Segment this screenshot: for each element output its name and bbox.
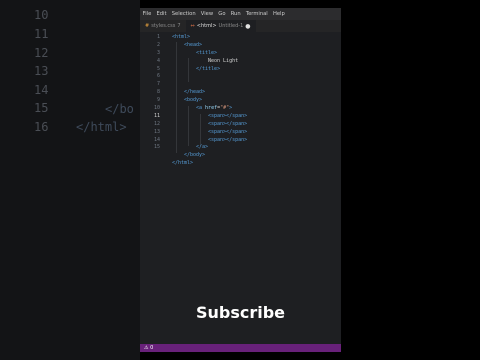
menu-edit[interactable]: Edit: [154, 11, 169, 17]
code-line: <title>: [172, 50, 337, 58]
line-number-current: 11: [153, 112, 160, 119]
anchor-close-tag: </a>: [196, 144, 209, 151]
title-open-tag: <title>: [196, 49, 218, 56]
problems-indicator[interactable]: ⚠ 0: [140, 345, 153, 351]
menu-view[interactable]: View: [198, 11, 216, 17]
tab-label: styles.css: [151, 23, 176, 29]
code-line: <span></span>: [172, 121, 337, 129]
bg-line-number: 15: [34, 101, 49, 115]
tab-styles-css[interactable]: # styles.css 7: [140, 20, 186, 32]
bg-line-number: 12: [34, 46, 49, 60]
code-line: <span></span>: [172, 137, 337, 145]
code-line: Neon Light: [172, 58, 337, 66]
html-close-tag: </html>: [172, 160, 194, 167]
line-number: 10: [153, 105, 160, 112]
background-right-panel: [341, 0, 480, 360]
line-number: 3: [156, 49, 160, 56]
code-line: </a>: [172, 144, 337, 152]
line-number: 13: [153, 128, 160, 135]
tab-untitled-1[interactable]: ⇔ <html> Untitled-1 ●: [185, 20, 256, 32]
bg-code-fragment: </html>: [76, 120, 127, 134]
menu-go[interactable]: Go: [216, 11, 228, 17]
code-line: </html>: [172, 160, 337, 168]
line-number-gutter: 1 2 3 4 5 6 7 8 9 10 11 12 13 14 15: [140, 34, 162, 152]
code-line: <body>: [172, 97, 337, 105]
bg-code-fragment: </bo: [105, 102, 134, 116]
code-line: </body>: [172, 152, 337, 160]
line-number: 4: [156, 57, 160, 64]
anchor-open-start: <a: [196, 105, 203, 112]
code-line: </head>: [172, 89, 337, 97]
bg-line-number: 10: [34, 8, 49, 22]
span-element: <span></span>: [208, 120, 248, 127]
css-file-icon: #: [145, 23, 150, 29]
line-number: 12: [153, 120, 160, 127]
menu-bar: File Edit Selection View Go Run Terminal…: [140, 8, 341, 20]
line-number: 15: [153, 144, 160, 151]
code-line: <head>: [172, 42, 337, 50]
status-bar: ⚠ 0: [140, 344, 341, 352]
span-element: <span></span>: [208, 136, 248, 143]
body-close-tag: </body>: [184, 152, 206, 159]
menu-selection[interactable]: Selection: [169, 11, 198, 17]
line-number: 14: [153, 136, 160, 143]
bg-line-number: 11: [34, 27, 49, 41]
menu-run[interactable]: Run: [228, 11, 243, 17]
tab-marker: 7: [177, 23, 181, 29]
span-element: <span></span>: [208, 128, 248, 135]
code-line: <span></span>: [172, 129, 337, 137]
head-close-tag: </head>: [184, 89, 206, 96]
line-number: 1: [156, 34, 160, 40]
span-element: <span></span>: [208, 112, 248, 119]
href-value: "#": [220, 105, 230, 112]
line-number: 8: [156, 89, 160, 96]
code-line: </title>: [172, 66, 337, 74]
body-open-tag: <body>: [184, 97, 203, 104]
line-number: 5: [156, 65, 160, 72]
code-line: <a href="#">: [172, 105, 337, 113]
unsaved-dot-icon[interactable]: ●: [245, 23, 250, 30]
bg-line-number: 16: [34, 120, 49, 134]
subscribe-overlay-text: Subscribe: [195, 303, 286, 322]
code-editor-window: File Edit Selection View Go Run Terminal…: [140, 8, 341, 352]
bg-line-number: 14: [34, 83, 49, 97]
code-area[interactable]: <html> <head> <title> Neon Light </title…: [172, 34, 337, 168]
menu-help[interactable]: Help: [270, 11, 287, 17]
menu-terminal[interactable]: Terminal: [243, 11, 270, 17]
background-left-panel: 10 11 12 13 14 15 16 </bo </html>: [0, 0, 140, 360]
tab-bar: # styles.css 7 ⇔ <html> Untitled-1 ●: [140, 20, 341, 32]
html-file-icon: ⇔: [190, 23, 195, 29]
tab-sublabel: Untitled-1: [218, 23, 244, 29]
title-close-tag: </title>: [196, 65, 221, 72]
code-line: <html>: [172, 34, 337, 42]
tab-label: <html>: [196, 23, 217, 29]
line-number: 6: [156, 73, 160, 80]
anchor-open-end: >: [229, 105, 233, 112]
code-line: <span></span>: [172, 113, 337, 121]
href-attribute: href: [205, 105, 218, 112]
menu-file[interactable]: File: [140, 11, 154, 17]
head-open-tag: <head>: [184, 41, 203, 48]
line-number: 9: [156, 97, 160, 104]
title-text: Neon Light: [208, 57, 239, 64]
line-number: 7: [156, 81, 160, 88]
html-open-tag: <html>: [172, 34, 191, 40]
bg-line-number: 13: [34, 64, 49, 78]
line-number: 2: [156, 41, 160, 48]
